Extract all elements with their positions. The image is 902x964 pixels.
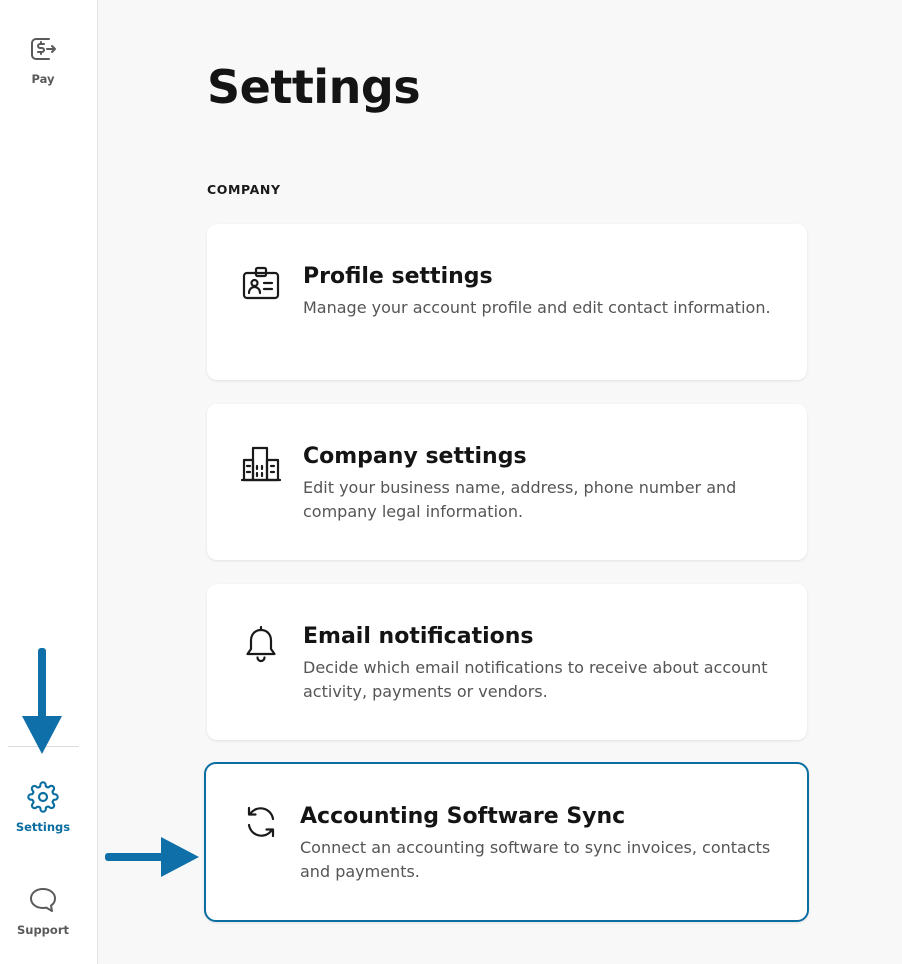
- app-root: Pay Settings Support Settings COMPANY Pr…: [0, 0, 902, 964]
- card-description: Manage your account profile and edit con…: [303, 298, 771, 317]
- sync-icon: [241, 802, 281, 842]
- section-label-company: COMPANY: [207, 182, 281, 197]
- card-title: Accounting Software Sync: [300, 804, 626, 829]
- card-description: Connect an accounting software to sync i…: [300, 838, 771, 881]
- sidebar-item-pay[interactable]: Pay: [0, 32, 86, 86]
- card-description: Decide which email notifications to rece…: [303, 658, 768, 701]
- sidebar-item-support[interactable]: Support: [0, 883, 86, 937]
- card-title: Email notifications: [303, 624, 534, 649]
- accounting-software-sync-card[interactable]: Accounting Software Sync Connect an acco…: [204, 762, 809, 922]
- card-title: Profile settings: [303, 264, 493, 289]
- pay-icon: [26, 32, 60, 66]
- email-notifications-card[interactable]: Email notifications Decide which email n…: [207, 584, 807, 740]
- sidebar-item-label: Pay: [31, 72, 55, 86]
- gear-icon: [26, 780, 60, 814]
- sidebar-item-label: Support: [16, 923, 69, 937]
- annotation-arrow-down-icon: [22, 648, 62, 754]
- sidebar-item-label: Settings: [15, 820, 71, 834]
- card-title: Company settings: [303, 444, 527, 469]
- card-description: Edit your business name, address, phone …: [303, 478, 737, 521]
- page-title: Settings: [207, 60, 421, 114]
- id-badge-icon: [241, 264, 281, 304]
- bell-icon: [241, 624, 281, 664]
- annotation-arrow-right-icon: [105, 837, 199, 877]
- sidebar-item-settings[interactable]: Settings: [0, 780, 86, 834]
- buildings-icon: [241, 444, 281, 484]
- company-settings-card[interactable]: Company settings Edit your business name…: [207, 404, 807, 560]
- profile-settings-card[interactable]: Profile settings Manage your account pro…: [207, 224, 807, 380]
- sidebar: Pay Settings Support: [0, 0, 98, 964]
- chat-bubble-icon: [26, 883, 60, 917]
